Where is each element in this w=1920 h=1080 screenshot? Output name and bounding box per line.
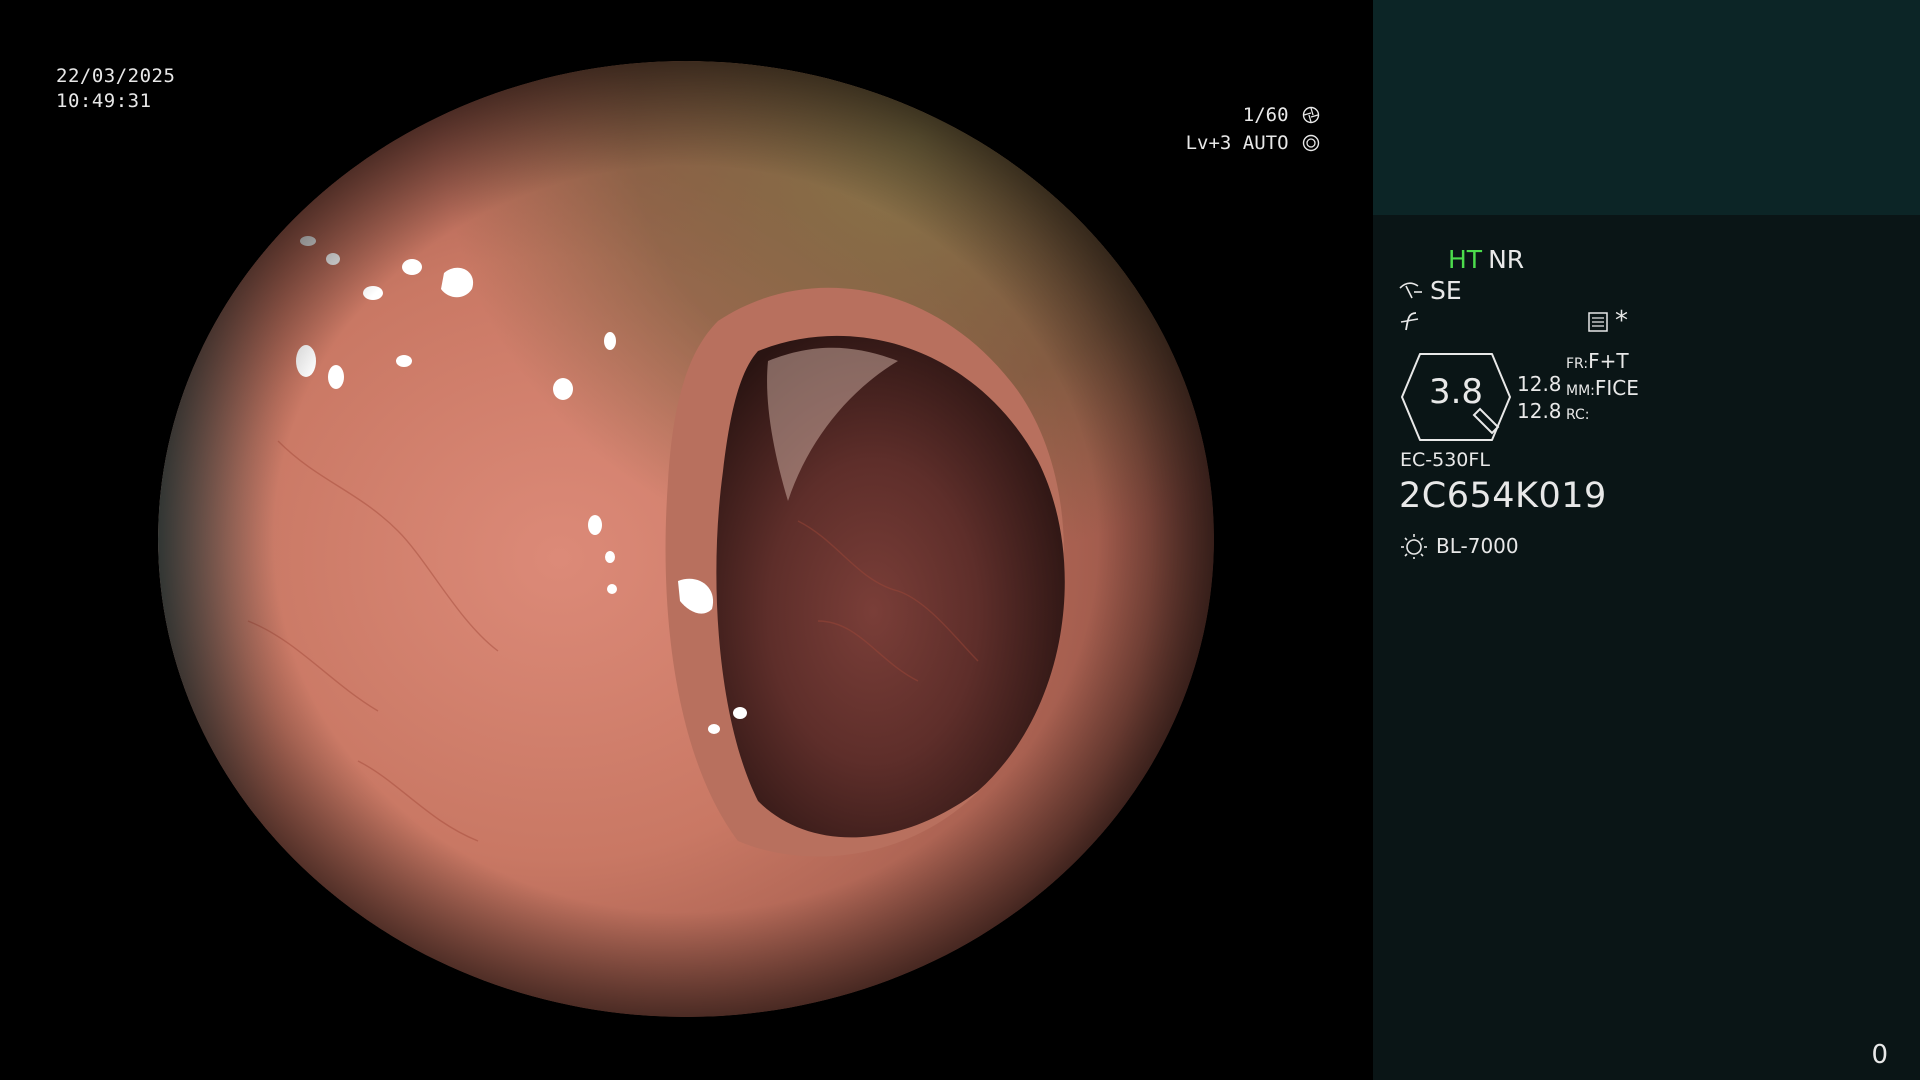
light-source-text: BL-7000 <box>1436 534 1519 558</box>
asterisk-indicator: * <box>1615 306 1628 336</box>
endoscopy-monitor: 22/03/2025 10:49:31 1/60 Lv+3 AUTO HT NR… <box>0 0 1920 1080</box>
mm-mode: FICE <box>1594 376 1639 400</box>
enhance-icon <box>1400 311 1419 330</box>
date-text: 22/03/2025 <box>56 65 176 87</box>
processing-modes: HT NR SE * <box>1399 244 1628 337</box>
colon-lumen-image <box>158 61 1214 1017</box>
label-mm: MM: <box>1566 383 1595 399</box>
image-counter: 0 <box>1871 1040 1888 1070</box>
memory-icon <box>1588 311 1608 332</box>
structure-icon <box>1399 281 1422 298</box>
time-text: 10:49:31 <box>56 90 152 112</box>
endoscopic-image <box>158 61 1214 1017</box>
iris-mode-text: Lv+3 AUTO <box>1185 132 1289 154</box>
zoom-value: 3.8 <box>1428 372 1484 412</box>
mode-nr: NR <box>1488 245 1525 274</box>
label-column: FR:F+T MM:FICE RC: <box>1566 349 1639 427</box>
date-time-readout: 22/03/2025 10:49:31 <box>56 64 175 114</box>
shutter-text: 1/60 <box>1242 104 1289 126</box>
label-fr: FR: <box>1566 356 1589 372</box>
value-fr: 12.8 <box>1517 372 1562 396</box>
scope-model: EC-530FL <box>1400 449 1490 471</box>
value-mm: 12.8 <box>1517 399 1562 423</box>
mode-se: SE <box>1430 276 1462 305</box>
label-rc: RC: <box>1566 407 1590 423</box>
light-source-readout: BL-7000 <box>1400 532 1519 560</box>
shutter-icon <box>1302 106 1320 124</box>
mode-ht: HT <box>1448 245 1483 274</box>
value-column: 12.8 12.8 <box>1517 371 1562 425</box>
exposure-readout: 1/60 Lv+3 AUTO <box>1186 101 1320 157</box>
scope-serial: 2C654K019 <box>1399 476 1607 516</box>
fr-mode: F+T <box>1588 349 1629 373</box>
endoscope-view: 22/03/2025 10:49:31 1/60 Lv+3 AUTO <box>0 0 1372 1080</box>
thumbnail-area <box>1373 0 1920 215</box>
iris-icon <box>1302 134 1320 152</box>
light-source-icon <box>1401 534 1427 559</box>
